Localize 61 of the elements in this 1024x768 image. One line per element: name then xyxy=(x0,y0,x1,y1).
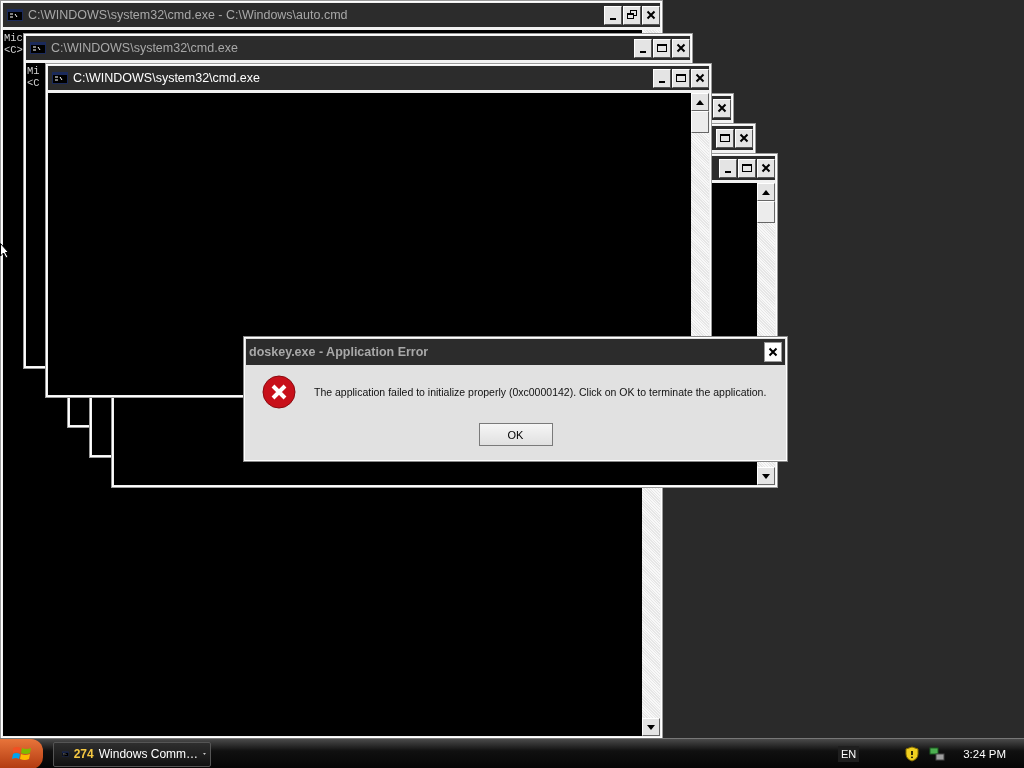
maximize-button[interactable] xyxy=(672,68,690,88)
maximize-icon xyxy=(656,43,668,53)
restore-button[interactable] xyxy=(623,5,641,25)
network-icon[interactable] xyxy=(929,746,946,762)
start-logo-icon xyxy=(11,745,32,763)
minimize-icon xyxy=(610,17,616,20)
close-icon xyxy=(646,10,656,20)
minimize-button[interactable] xyxy=(719,158,737,178)
console-icon xyxy=(52,72,68,84)
console-icon xyxy=(7,9,23,21)
error-message: The application failed to initialize properly (0xc0000142). Click on OK to terminate the application. xyxy=(314,386,767,398)
close-icon xyxy=(739,133,749,143)
console-icon xyxy=(30,42,46,54)
close-icon xyxy=(695,73,705,83)
maximize-button[interactable] xyxy=(653,38,671,58)
console-line: Mi xyxy=(27,65,40,77)
maximize-icon xyxy=(719,133,731,143)
close-icon xyxy=(676,43,686,53)
ok-button[interactable]: OK xyxy=(478,423,553,446)
task-label: Windows Comm… xyxy=(98,747,199,761)
minimize-button[interactable] xyxy=(634,38,652,58)
minimize-button[interactable] xyxy=(604,5,622,25)
maximize-icon xyxy=(675,73,687,83)
close-icon xyxy=(768,347,778,357)
minimize-icon xyxy=(659,80,665,83)
window-title: C:\WINDOWS\system32\cmd.exe xyxy=(51,41,239,55)
console-line: <C> xyxy=(4,44,23,56)
scroll-thumb[interactable] xyxy=(691,111,709,133)
scroll-down-button[interactable] xyxy=(642,718,660,736)
maximize-button[interactable] xyxy=(738,158,756,178)
language-indicator[interactable]: EN xyxy=(837,746,860,762)
close-icon xyxy=(761,163,771,173)
close-icon xyxy=(717,103,727,113)
start-button[interactable] xyxy=(0,739,43,768)
up-arrow-icon xyxy=(696,99,704,105)
clock: 3:24 PM xyxy=(963,748,1006,760)
restore-icon xyxy=(626,10,638,20)
console-line: Mic xyxy=(4,32,23,44)
minimize-icon xyxy=(640,50,646,53)
maximize-icon xyxy=(741,163,753,173)
scroll-up-button[interactable] xyxy=(691,93,709,111)
maximize-button[interactable] xyxy=(716,128,734,148)
window-title: C:\WINDOWS\system32\cmd.exe xyxy=(73,71,261,85)
down-arrow-icon xyxy=(647,724,655,730)
dialog-title: doskey.exe - Application Error xyxy=(249,345,430,359)
shield-icon[interactable] xyxy=(905,746,920,762)
caret-icon xyxy=(203,752,206,756)
taskbar-button[interactable]: 274 Windows Comm… xyxy=(53,741,211,767)
window-title: C:\WINDOWS\system32\cmd.exe - C:\Windows\auto.cmd xyxy=(28,8,349,22)
scroll-up-button[interactable] xyxy=(757,183,775,201)
scroll-down-button[interactable] xyxy=(757,467,775,485)
console-icon xyxy=(62,748,69,760)
window-count: 274 xyxy=(73,747,94,761)
scroll-thumb[interactable] xyxy=(757,201,775,223)
minimize-icon xyxy=(725,170,731,173)
up-arrow-icon xyxy=(762,189,770,195)
error-icon xyxy=(262,375,296,409)
minimize-button[interactable] xyxy=(653,68,671,88)
close-button[interactable] xyxy=(764,342,782,362)
down-arrow-icon xyxy=(762,473,770,479)
console-line: <C xyxy=(27,77,40,89)
